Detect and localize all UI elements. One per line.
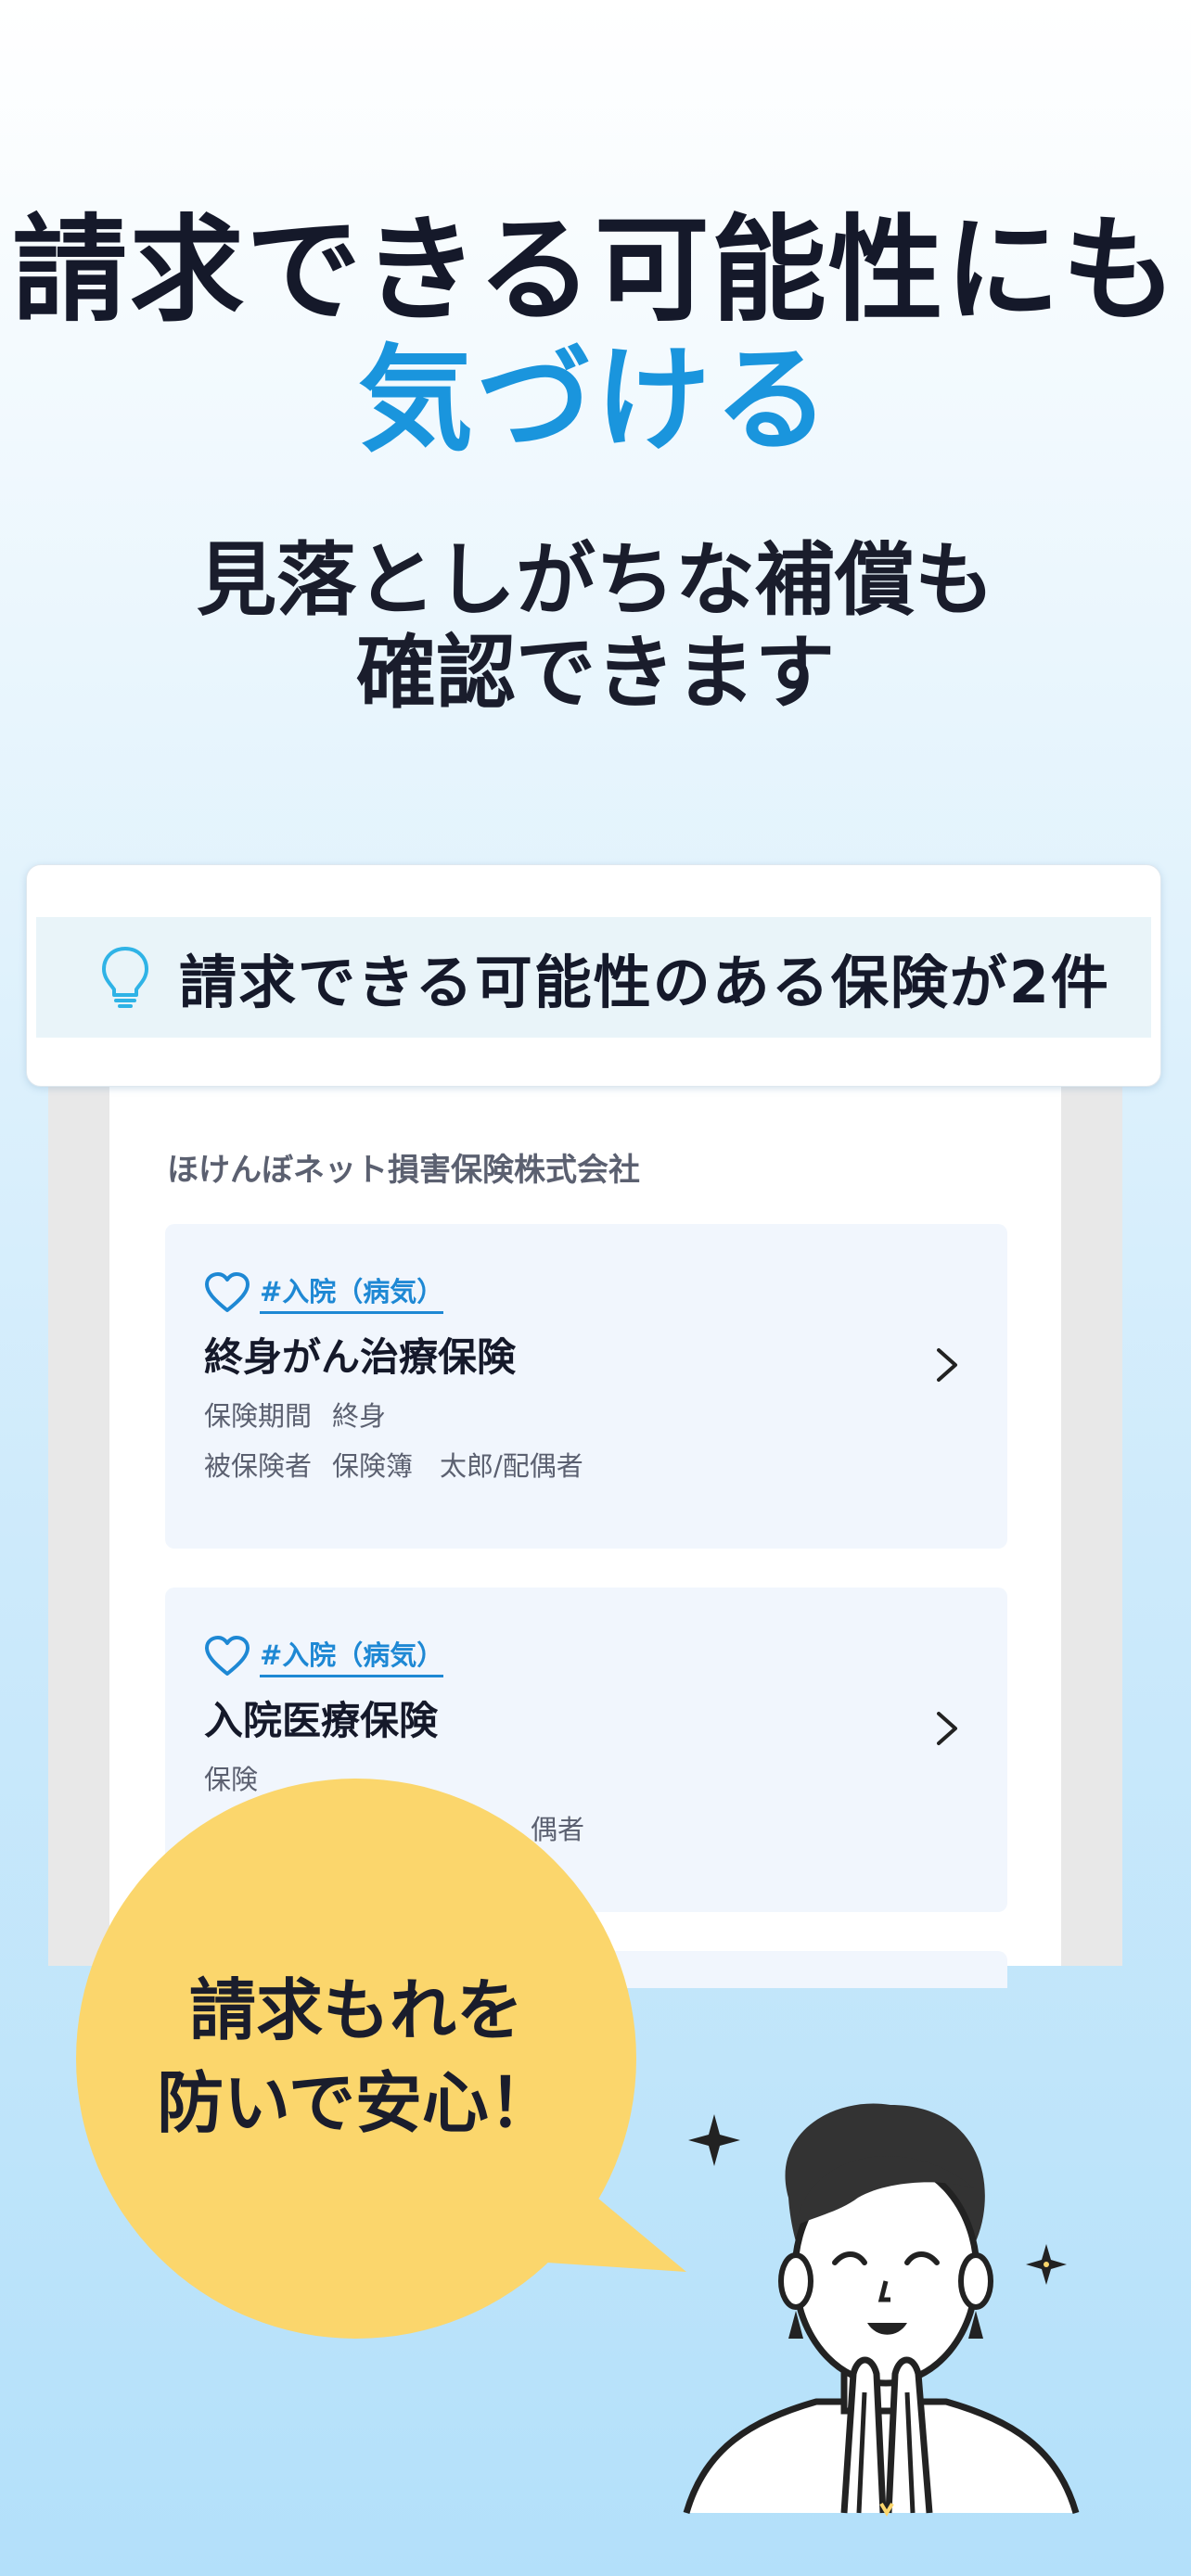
policy-name: 終身がん治療保険	[204, 1334, 517, 1380]
speech-bubble-text: 請求もれを 防いで安心！	[76, 1964, 636, 2149]
bubble-line2: 防いで安心！	[157, 2064, 556, 2142]
policy-insured: 偶者	[531, 1808, 584, 1847]
bubble-line1: 請求もれを	[188, 1971, 523, 2049]
company-name: ほけんぼネット損害保険株式会社	[167, 1152, 640, 1189]
policy-period: 保険期間 終身	[204, 1395, 386, 1434]
notification-strip: 請求できる可能性のある保険が2件	[36, 917, 1151, 1038]
lightbulb-icon	[102, 947, 148, 1008]
policy-insured: 被保険者 保険簿 太郎/配偶者	[204, 1445, 583, 1484]
period-label: 保険期間	[204, 1400, 313, 1432]
subheadline-line2: 確認できます	[356, 627, 835, 720]
tag-row: #入院（病気）	[204, 1634, 444, 1677]
tag-row: #入院（病気）	[204, 1270, 444, 1314]
insured-value: 偶者	[531, 1814, 585, 1845]
happy-person-illustration	[683, 2103, 1080, 2517]
policy-card[interactable]: #入院（病気） 終身がん治療保険 保険期間 終身 被保険者 保険簿 太郎/配偶者	[165, 1224, 1007, 1549]
category-tag[interactable]: #入院（病気）	[260, 1634, 444, 1677]
sparkle-icon	[688, 2114, 740, 2166]
chevron-right-icon	[937, 1712, 957, 1745]
subheadline-line1: 見落としがちな補償も	[197, 534, 994, 627]
insured-value: 保険簿 太郎/配偶者	[332, 1450, 583, 1482]
notification-text: 請求できる可能性のある保険が2件	[179, 949, 1110, 1016]
chevron-right-icon	[937, 1348, 957, 1382]
headline-line1: 請求できる可能性にも	[12, 204, 1179, 338]
heart-icon[interactable]	[204, 1271, 250, 1314]
subheadline: 見落としがちな補償も 確認できます	[0, 534, 1191, 720]
notification-card[interactable]: 請求できる可能性のある保険が2件	[26, 864, 1161, 1087]
policy-name: 入院医療保険	[204, 1698, 439, 1743]
period-value: 終身	[332, 1400, 387, 1432]
heart-icon[interactable]	[204, 1635, 250, 1677]
headline-line2: 気づける	[357, 334, 833, 467]
insured-label: 被保険者	[204, 1450, 313, 1482]
policy-period: 保険	[204, 1758, 278, 1797]
period-label: 保険	[204, 1764, 259, 1795]
category-tag[interactable]: #入院（病気）	[260, 1270, 444, 1314]
